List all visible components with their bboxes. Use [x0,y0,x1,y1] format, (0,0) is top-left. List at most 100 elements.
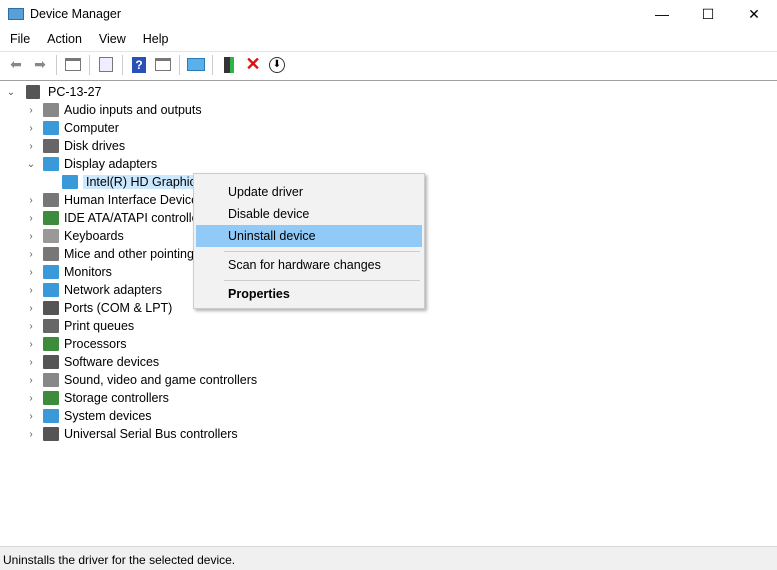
tree-item[interactable]: › Processors [26,335,127,353]
chevron-right-icon[interactable]: › [26,411,36,422]
tree-item-label: Processors [64,337,127,351]
tree-item-label: Keyboards [64,229,124,243]
menu-action[interactable]: Action [37,30,89,50]
monitor-icon [43,265,59,279]
tree-item[interactable]: › Keyboards [26,227,124,245]
maximize-button[interactable]: ☐ [685,0,731,28]
chevron-right-icon[interactable]: › [26,339,36,350]
tree-item[interactable]: › IDE ATA/ATAPI controllers [26,209,209,227]
display-adapter-icon [43,157,59,171]
tree-item[interactable]: › Sound, video and game controllers [26,371,257,389]
menu-item-properties[interactable]: Properties [196,283,422,305]
uninstall-icon[interactable]: ✕ [243,54,263,75]
ide-controller-icon [43,211,59,225]
minimize-button[interactable]: — [639,0,685,28]
tree-item-label: Intel(R) HD Graphics [83,175,205,189]
tree-item[interactable]: › Network adapters [26,281,162,299]
window-title: Device Manager [30,7,122,21]
storage-icon [43,391,59,405]
menu-item-uninstall-device[interactable]: Uninstall device [196,225,422,247]
chevron-right-icon[interactable]: › [26,231,36,242]
tree-item-label: Disk drives [64,139,126,153]
hid-icon [43,193,59,207]
disable-device-icon[interactable]: ⬇ [267,55,287,75]
system-icon [43,409,59,423]
tree-item[interactable]: › Computer [26,119,119,137]
chevron-right-icon[interactable]: › [26,393,36,404]
tree-item[interactable]: › Universal Serial Bus controllers [26,425,238,443]
tree-item[interactable]: › Ports (COM & LPT) [26,299,172,317]
scan-hardware-icon[interactable] [186,55,206,75]
chevron-right-icon[interactable]: › [26,321,36,332]
tree-item-label: Monitors [64,265,112,279]
chevron-down-icon[interactable]: ⌄ [26,159,36,170]
back-arrow-icon[interactable]: ⬅ [6,55,26,75]
menu-view[interactable]: View [89,30,133,50]
monitor-icon [43,121,59,135]
menu-help[interactable]: Help [133,30,176,50]
tree-item-label: Sound, video and game controllers [64,373,258,387]
speaker-icon [43,103,59,117]
tree-item-label: Print queues [64,319,135,333]
status-bar: Uninstalls the driver for the selected d… [0,546,777,570]
tree-item[interactable]: › Audio inputs and outputs [26,101,202,119]
tree-root[interactable]: ⌄ PC-13-27 [6,83,102,101]
chevron-right-icon[interactable]: › [26,141,36,152]
menu-item-update-driver[interactable]: Update driver [196,181,422,203]
tree-item[interactable]: › Software devices [26,353,159,371]
context-menu: Update driver Disable device Uninstall d… [193,173,425,309]
port-icon [43,301,59,315]
tree-item[interactable]: › Human Interface Devices [26,191,204,209]
keyboard-icon [43,229,59,243]
mouse-icon [43,247,59,261]
display-adapter-icon [62,175,78,189]
chevron-right-icon[interactable]: › [26,303,36,314]
tree-item-label: Display adapters [64,157,158,171]
chevron-right-icon[interactable]: › [26,249,36,260]
tree-item-label: Ports (COM & LPT) [64,301,173,315]
tree-item-label: IDE ATA/ATAPI controllers [64,211,209,225]
tree-item-label: Software devices [64,355,160,369]
disk-icon [43,139,59,153]
tree-item-label: Network adapters [64,283,162,297]
menu-item-disable-device[interactable]: Disable device [196,203,422,225]
tree-item-label: Human Interface Devices [64,193,205,207]
tree-root-label: PC-13-27 [48,85,102,99]
tree-item-child[interactable]: Intel(R) HD Graphics [62,173,205,191]
chevron-right-icon[interactable]: › [26,357,36,368]
tree-item-label: Audio inputs and outputs [64,103,202,117]
tree-item-label: Universal Serial Bus controllers [64,427,238,441]
properties-icon[interactable] [96,55,116,75]
chevron-right-icon[interactable]: › [26,213,36,224]
tree-item[interactable]: › Print queues [26,317,134,335]
tree-item[interactable]: › Storage controllers [26,389,169,407]
close-button[interactable]: ✕ [731,0,777,28]
tree-item-label: Storage controllers [64,391,169,405]
chevron-right-icon[interactable]: › [26,267,36,278]
chevron-right-icon[interactable]: › [26,195,36,206]
chevron-right-icon[interactable]: › [26,375,36,386]
tree-item[interactable]: › Monitors [26,263,112,281]
tree-item[interactable]: › System devices [26,407,152,425]
menu-item-scan-hardware[interactable]: Scan for hardware changes [196,254,422,276]
menu-file[interactable]: File [0,30,37,50]
show-hide-console-tree-icon[interactable] [63,55,83,75]
chevron-right-icon[interactable]: › [26,285,36,296]
forward-arrow-icon[interactable]: ➡ [30,55,50,75]
action-pane-icon[interactable] [153,55,173,75]
device-tree: ⌄ PC-13-27 › Audio inputs and outputs › Com… [0,80,777,546]
help-icon[interactable]: ? [129,55,149,75]
menu-bar: File Action View Help [0,30,176,50]
chevron-right-icon[interactable]: › [26,429,36,440]
tree-item[interactable]: ⌄ Display adapters [26,155,157,173]
sound-icon [43,373,59,387]
network-icon [43,283,59,297]
software-device-icon [43,355,59,369]
update-driver-icon[interactable] [219,55,239,75]
chevron-right-icon[interactable]: › [26,105,36,116]
device-manager-icon [8,8,24,20]
tree-item[interactable]: › Disk drives [26,137,125,155]
tree-item-label: System devices [64,409,152,423]
chevron-right-icon[interactable]: › [26,123,36,134]
computer-root-icon [26,85,40,99]
